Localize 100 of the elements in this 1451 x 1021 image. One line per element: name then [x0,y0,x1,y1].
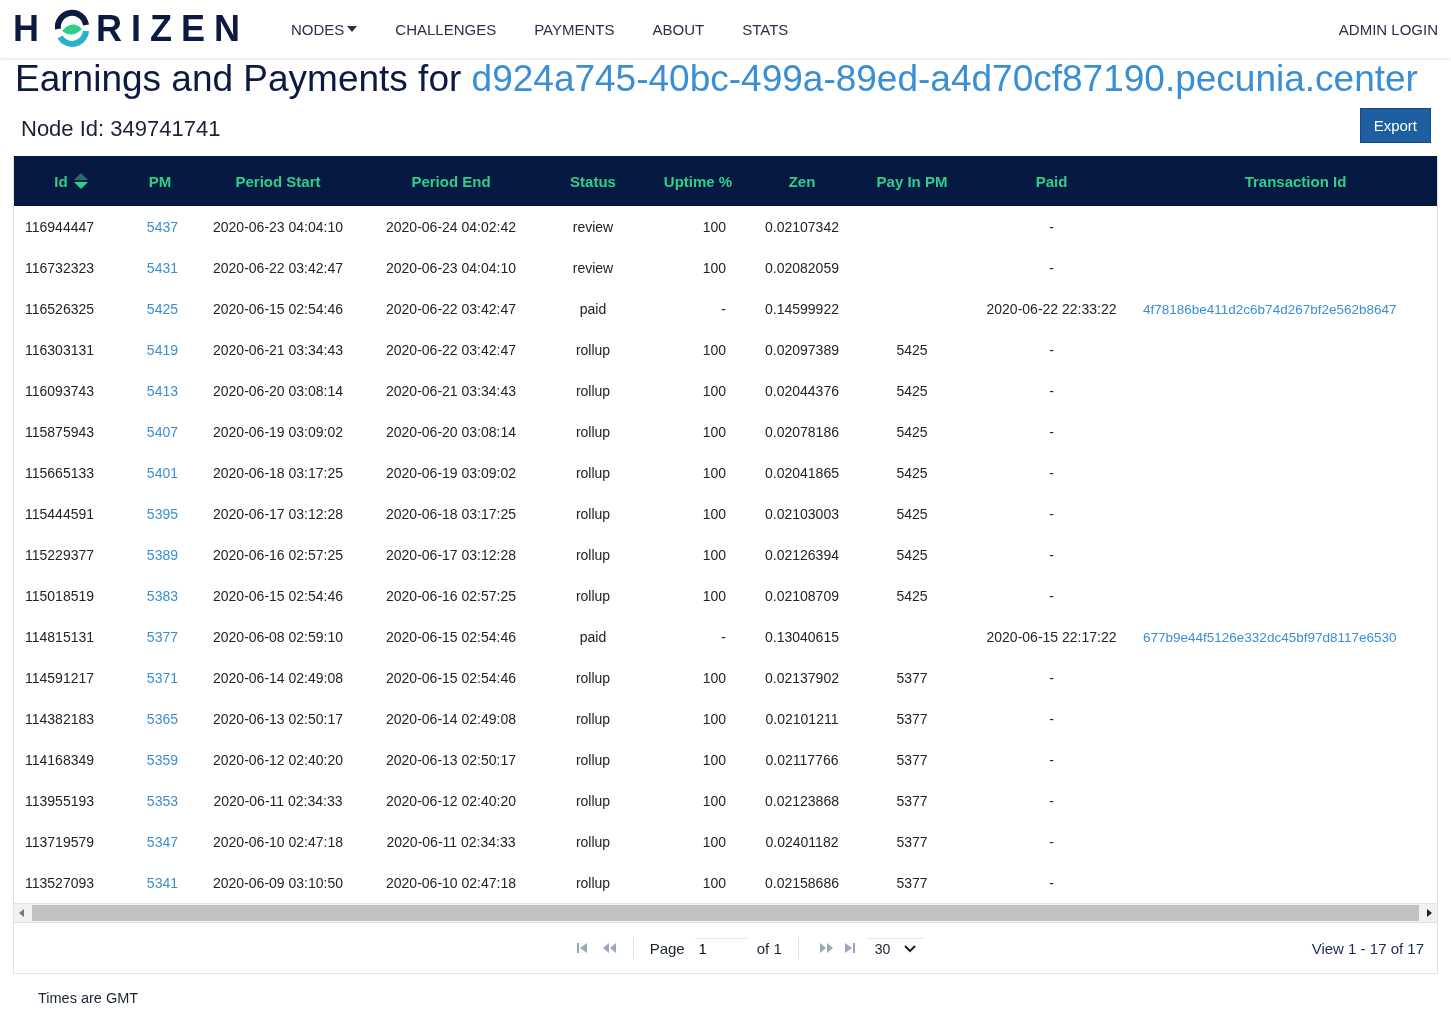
pm-link[interactable]: 5341 [146,874,178,891]
table-cell: 0.02078186 [765,423,839,440]
table-cell: 0.02117766 [765,751,839,768]
table-cell: 5425 [896,341,928,358]
transaction-link[interactable]: 677b9e44f5126e332dc45bf97d8117e6530 [1143,629,1397,645]
caret-icon [347,26,358,32]
table-cell: rollup [575,546,611,563]
table-cell: 0.02126394 [765,546,839,563]
table-cell: 2020-06-15 02:54:46 [386,669,516,686]
nav-link[interactable]: ABOUT [652,20,705,38]
table-cell: 5425 [896,546,928,563]
nav-link[interactable]: STATS [742,20,789,38]
column-header[interactable]: Period End [364,156,538,206]
table-cell: 100 [702,505,726,522]
pm-link[interactable]: 5419 [146,341,178,358]
pm-link[interactable]: 5353 [146,792,178,809]
table-cell: 0.02108709 [765,587,839,604]
pm-link[interactable]: 5347 [146,833,178,850]
table-cell: 116526325 [25,300,95,317]
export-button[interactable]: Export [1359,107,1431,143]
table-cell: 100 [702,341,726,358]
table-cell: 0.02041865 [765,464,839,481]
pm-link[interactable]: 5407 [146,423,178,440]
pm-link[interactable]: 5413 [146,382,178,399]
nav-link[interactable]: NODES [291,20,358,38]
pm-link[interactable]: 5425 [146,300,178,317]
table-cell: 2020-06-16 02:57:25 [386,587,516,604]
table-cell: 0.02101211 [765,710,839,727]
table-cell: 2020-06-16 02:57:25 [213,546,343,563]
pm-link[interactable]: 5371 [146,669,178,686]
table-cell: - [1049,833,1054,850]
table-cell: 100 [702,587,726,604]
table-cell: 100 [702,259,726,276]
column-header[interactable]: Pay In PM [856,156,968,206]
table-cell: - [1049,259,1054,276]
host-link[interactable]: d924a745-40bc-499a-89ed-a4d70cf87190.pecunia.center [471,58,1418,99]
pm-link[interactable]: 5365 [146,710,178,727]
column-header[interactable]: Transaction Id [1135,156,1437,206]
table-cell: rollup [575,587,611,604]
table-cell: 2020-06-15 02:54:46 [213,300,343,317]
table-cell: 113719579 [25,833,95,850]
first-page-icon[interactable] [574,941,589,955]
table-cell: 2020-06-09 03:10:50 [213,874,343,891]
table-cell: 2020-06-15 02:54:46 [386,628,516,645]
table-cell: 2020-06-15 22:17:22 [986,628,1117,645]
table-cell: 2020-06-17 03:12:28 [213,505,343,522]
table-cell: 0.02401182 [765,833,839,850]
table-cell: rollup [575,751,611,768]
chevron-down-icon [904,944,917,953]
table-cell: 116093743 [25,382,95,399]
table-cell: 5425 [896,505,928,522]
pm-link[interactable]: 5401 [146,464,178,481]
last-page-icon[interactable] [842,941,857,955]
table-cell: - [721,628,726,645]
table-cell: - [1049,751,1054,768]
pm-link[interactable]: 5389 [146,546,178,563]
table-cell: 100 [702,833,726,850]
table-cell: 100 [702,669,726,686]
table-cell: 100 [702,792,726,809]
pm-link[interactable]: 5359 [146,751,178,768]
column-header[interactable]: Uptime % [648,156,748,206]
table-cell: 2020-06-19 03:09:02 [213,423,343,440]
table-cell: 2020-06-21 03:34:43 [386,382,516,399]
table-cell: 5377 [896,792,928,809]
table-cell: - [1049,587,1054,604]
table-cell: 115229377 [25,546,95,563]
column-header[interactable]: Period Start [192,156,364,206]
column-header[interactable]: Paid [968,156,1135,206]
table-cell: 0.02097389 [765,341,839,358]
table-cell: 2020-06-12 02:40:20 [213,751,343,768]
pm-link[interactable]: 5431 [146,259,178,276]
table-cell: 113955193 [25,792,95,809]
horizontal-scrollbar[interactable] [14,903,1437,922]
table-cell: 2020-06-22 03:42:47 [213,259,343,276]
pm-link[interactable]: 5383 [146,587,178,604]
column-header[interactable]: Zen [748,156,856,206]
column-header[interactable]: Status [538,156,648,206]
column-header[interactable]: PM [128,156,192,206]
admin-login-link[interactable]: ADMIN LOGIN [1338,20,1438,38]
page-size-select[interactable]: 30 [866,937,925,959]
nav-link[interactable]: PAYMENTS [534,20,615,38]
timezone-note: Times are GMT [38,990,140,1006]
table-cell: 2020-06-23 04:04:10 [386,259,516,276]
table-cell: rollup [575,464,611,481]
table-cell: 2020-06-15 02:54:46 [213,587,343,604]
table-cell: 2020-06-11 02:34:33 [386,833,516,850]
table-cell: 2020-06-10 02:47:18 [213,833,343,850]
column-header[interactable]: Id [14,156,128,206]
table-cell: 5425 [896,423,928,440]
table-cell: 2020-06-10 02:47:18 [386,874,516,891]
pm-link[interactable]: 5395 [146,505,178,522]
table-cell: 100 [702,874,726,891]
pm-link[interactable]: 5377 [146,628,178,645]
table-cell: - [1049,382,1054,399]
pm-link[interactable]: 5437 [146,218,178,235]
nav-link[interactable]: CHALLENGES [395,20,497,38]
table-cell: 116732323 [25,259,95,276]
transaction-link[interactable]: 4f78186be411d2c6b74d267bf2e562b8647 [1143,301,1397,317]
table-cell: review [572,259,614,276]
scrollbar-thumb[interactable] [32,905,1419,921]
